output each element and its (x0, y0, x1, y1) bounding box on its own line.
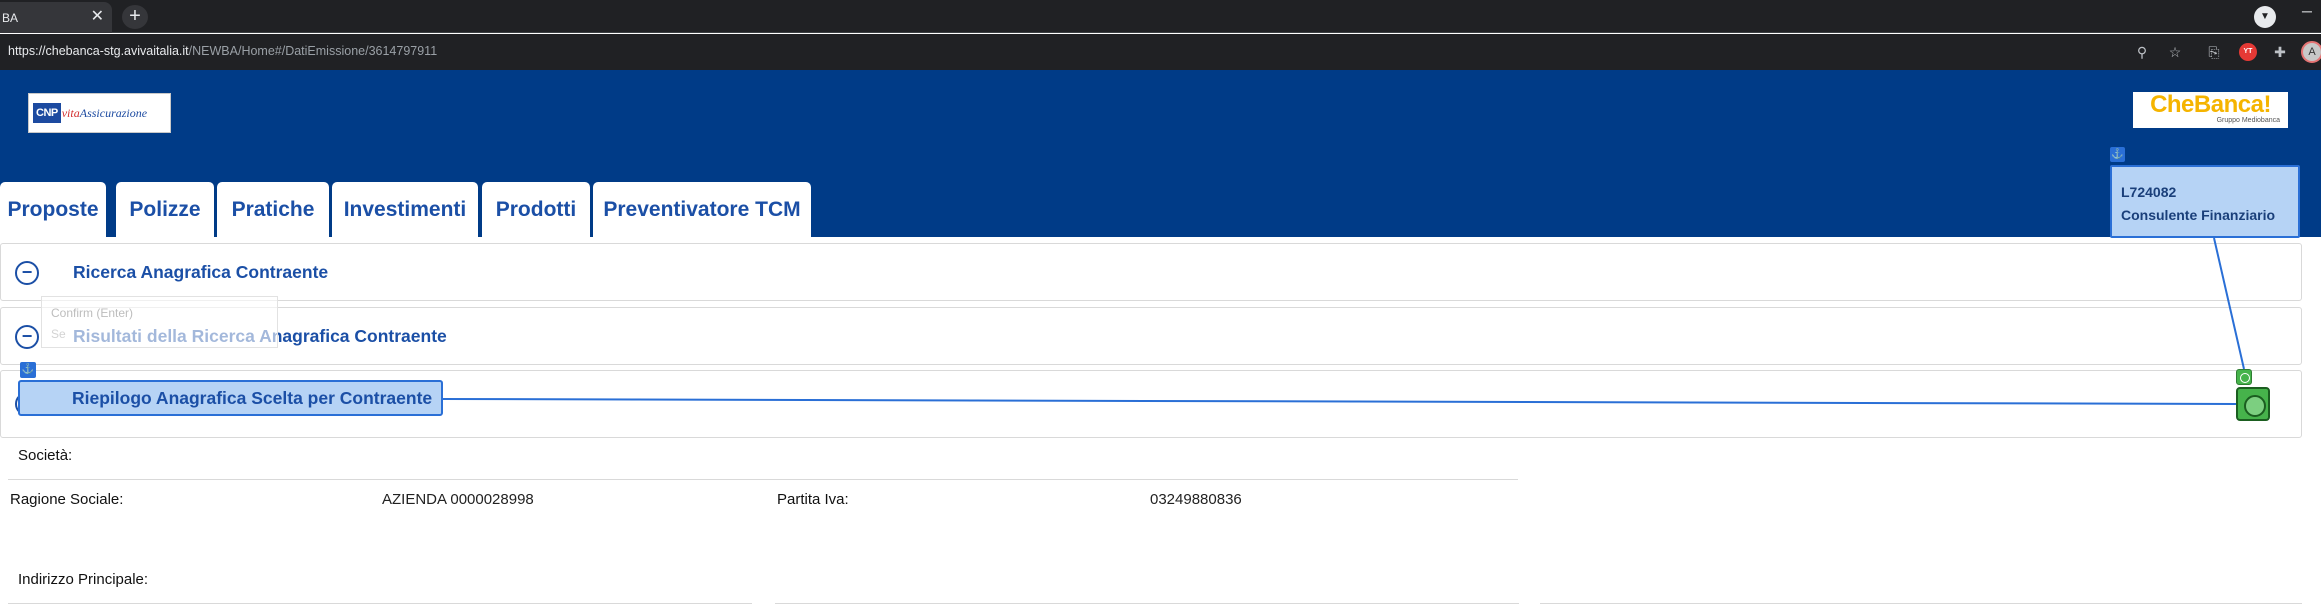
minimize-icon[interactable]: ─ (2302, 3, 2312, 19)
url-field[interactable]: https://chebanca-stg.avivaitalia.it/NEWB… (8, 44, 437, 58)
url-path: /NEWBA/Home#/DatiEmissione/3614797911 (188, 44, 438, 58)
divider (1540, 603, 2302, 604)
label-partita-iva: Partita Iva: (777, 491, 849, 508)
tab-investimenti[interactable]: Investimenti (332, 182, 478, 237)
section-risultati-ricerca: − Risultati della Ricerca Anagrafica Con… (0, 307, 2302, 365)
divider (8, 479, 1518, 480)
star-icon[interactable]: ☆ (2166, 43, 2184, 61)
zoom-icon[interactable]: ⚲ (2133, 43, 2151, 61)
drag-handle-icon[interactable] (2236, 387, 2270, 421)
value-ragione-sociale: AZIENDA 0000028998 (382, 491, 534, 508)
label-societa: Società: (18, 447, 73, 464)
tab-pratiche[interactable]: Pratiche (217, 182, 329, 237)
collapse-icon[interactable]: − (15, 261, 39, 285)
new-tab-button[interactable]: + (122, 5, 148, 29)
cnp-mark: CNP (33, 103, 61, 123)
target-handle-icon[interactable] (2236, 369, 2252, 385)
address-bar: https://chebanca-stg.avivaitalia.it/NEWB… (0, 34, 2321, 70)
chebanca-logo-text: CheBanca! (2150, 91, 2271, 118)
label-indirizzo-principale: Indirizzo Principale: (18, 571, 149, 588)
close-tab-icon[interactable]: ✕ (91, 8, 104, 26)
label-ragione-sociale: Ragione Sociale: (10, 491, 124, 508)
divider (775, 603, 1519, 604)
extension-red-icon[interactable]: YT (2239, 43, 2257, 61)
logo-vita: vita (61, 105, 80, 120)
confirm-tooltip: Confirm (Enter) Se (41, 296, 278, 348)
section-ricerca-anagrafica: − Ricerca Anagrafica Contraente (0, 243, 2302, 301)
anchor-icon[interactable]: ⚓ (2110, 147, 2125, 162)
value-partita-iva: 03249880836 (1150, 491, 1242, 508)
tab-search-icon[interactable]: ▼ (2254, 6, 2276, 28)
tab-proposte[interactable]: Proposte (0, 182, 106, 237)
browser-tab[interactable]: BA ✕ (0, 2, 112, 33)
browser-tabstrip: BA ✕ + ▼ ─ (0, 0, 2321, 33)
tab-preventivatore-tcm[interactable]: Preventivatore TCM (593, 182, 811, 237)
share-icon[interactable]: ⎘ (2205, 43, 2223, 61)
user-role: Consulente Finanziario (2121, 207, 2276, 223)
tab-polizze[interactable]: Polizze (116, 182, 214, 237)
chebanca-logo-sub: Gruppo Mediobanca (2216, 117, 2280, 124)
chebanca-logo: CheBanca! Gruppo Mediobanca (2133, 92, 2288, 128)
divider (8, 603, 752, 604)
cnp-vita-logo: CNP vita Assicurazione (28, 93, 171, 133)
section-title-riepilogo[interactable]: Riepilogo Anagrafica Scelta per Contraen… (72, 388, 432, 409)
logo-assicurazione: Assicurazione (79, 105, 148, 120)
collapse-icon[interactable]: − (15, 325, 39, 349)
puzzle-icon[interactable]: ✚ (2271, 43, 2289, 61)
user-code: L724082 (2121, 184, 2177, 200)
tab-title: BA (2, 10, 19, 25)
profile-avatar[interactable]: A (2301, 41, 2321, 63)
url-host: https://chebanca-stg.avivaitalia.it (8, 44, 189, 58)
tooltip-ghost-text: Se (51, 327, 66, 341)
user-info-box[interactable]: L724082 Consulente Finanziario (2110, 165, 2300, 238)
tab-prodotti[interactable]: Prodotti (482, 182, 590, 237)
tooltip-text: Confirm (Enter) (51, 306, 134, 320)
section-title-ricerca[interactable]: Ricerca Anagrafica Contraente (73, 262, 328, 283)
page-header: CNP vita Assicurazione CheBanca! Gruppo … (0, 70, 2321, 237)
selected-element-highlight[interactable]: Riepilogo Anagrafica Scelta per Contraen… (18, 380, 443, 416)
anchor-icon[interactable]: ⚓ (20, 362, 36, 378)
